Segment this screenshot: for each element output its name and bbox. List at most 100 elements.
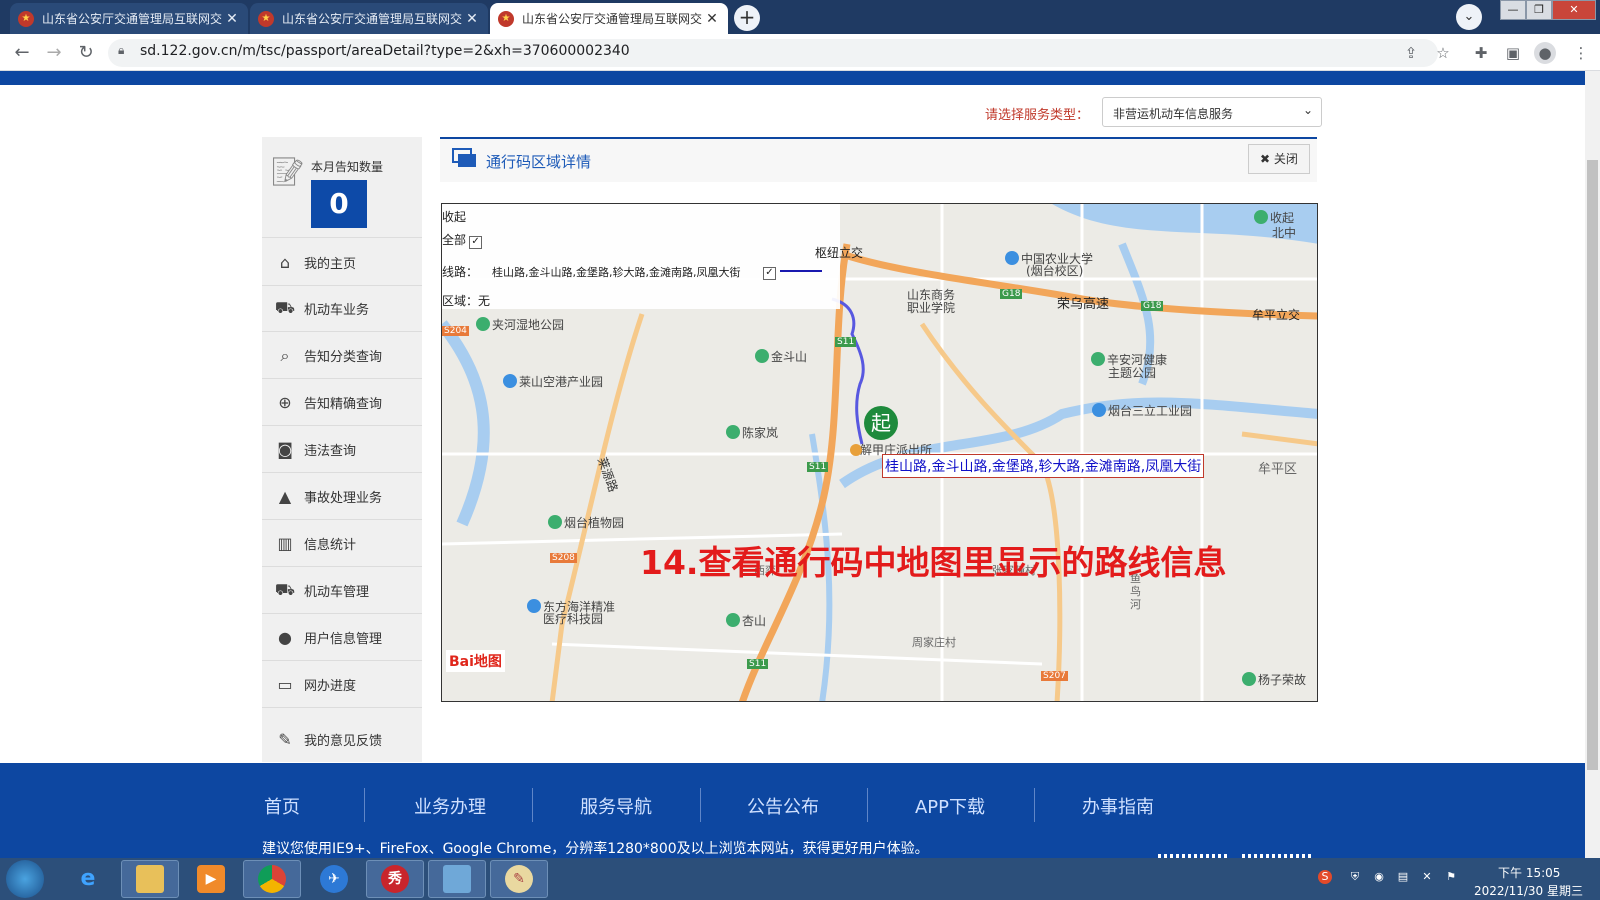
browser-tab-2[interactable]: ★ 山东省公安厅交通管理局互联网交 ✕ [250,3,488,34]
taskbar-clock-time[interactable]: 下午 15:05 [1498,864,1560,881]
bookmark-star-icon[interactable]: ☆ [1432,42,1454,64]
map-poi: 夹河湿地公园 [476,316,564,333]
baidu-map[interactable]: 收起 全部 ✓ 线路： 桂山路,金斗山路,金堡路,轸大路,金滩南路,凤凰大街 ✓ … [441,203,1318,702]
url-text[interactable]: sd.122.gov.cn/m/tsc/passport/areaDetail?… [140,43,630,59]
police-emblem-icon: ★ [258,10,274,27]
footer-link-service-nav[interactable]: 服务导航 [566,793,666,819]
tab-search-icon[interactable]: ⌄ [1456,4,1482,30]
route-start-marker[interactable]: 起 [864,406,898,440]
reload-icon[interactable]: ↻ [74,41,98,65]
forward-icon[interactable]: → [42,41,66,65]
map-label: 枢纽立交 [815,246,864,260]
collapse-link[interactable]: 收起 [442,208,466,225]
tray-app-icon[interactable]: ◉ [1372,870,1386,884]
police-station-pin-icon [850,444,862,456]
truck-icon: ⛟ [274,298,296,317]
close-tab-icon[interactable]: ✕ [464,11,480,27]
user-icon: ● [278,628,292,647]
highway-shield: G18 [1000,289,1023,299]
window-close-button[interactable]: ✕ [1552,0,1596,20]
sogou-input-icon[interactable]: S [1318,870,1332,884]
map-poi: 杨子荣故 [1242,671,1306,688]
footer-separator [867,788,868,822]
service-type-select[interactable]: 非营运机动车信息服务 ⌄ [1102,97,1322,127]
sidebar-item-vehicle-business[interactable]: ⛟ 机动车业务 [262,286,422,332]
map-label: 牟平立交 [1252,308,1301,322]
zoom-search-icon: ⊕ [278,393,292,412]
baidu-map-logo[interactable]: Bai地图 [446,650,505,672]
close-tab-icon[interactable]: ✕ [224,11,240,27]
footer-link-home[interactable]: 首页 [252,793,312,819]
sidebar-item-online-progress[interactable]: ▭ 网办进度 [262,662,422,708]
minimize-button[interactable]: — [1500,0,1526,20]
truck-icon: ⛟ [274,580,296,599]
industrial-pin-icon [503,374,517,388]
route-toggle[interactable]: ✓ [760,264,776,280]
service-type-label: 请选择服务类型： [985,108,1090,123]
footer-link-announcements[interactable]: 公告公布 [733,793,833,819]
map-poi: 陈家岚 [726,424,778,441]
police-emblem-icon: ★ [498,10,514,27]
footer-link-app-download[interactable]: APP下载 [900,793,1000,819]
browser-menu-icon[interactable]: ⋮ [1570,42,1592,64]
profile-avatar-icon[interactable]: ● [1534,42,1556,64]
footer-separator [1034,788,1035,822]
map-label: 周家庄村 [912,636,956,649]
media-player-icon[interactable]: ▶ [197,865,225,893]
taskbar-clock-date[interactable]: 2022/11/30 星期三 [1474,882,1583,899]
route-info-panel: 收起 全部 ✓ 线路： 桂山路,金斗山路,金堡路,轸大路,金滩南路,凤凰大街 ✓ … [442,204,840,309]
camera-icon: ◙ [277,440,293,459]
industrial-pin-icon [1092,403,1106,417]
sidebar-item-home[interactable]: ⌂ 我的主页 [262,240,422,286]
network-icon[interactable]: ▤ [1396,870,1410,884]
route-prefix-label: 线路： [442,265,479,279]
browser-tab-1[interactable]: ★ 山东省公安厅交通管理局互联网交 ✕ [10,3,248,34]
maximize-button[interactable]: ❐ [1526,0,1552,20]
share-icon[interactable]: ⇪ [1400,42,1422,64]
checkbox-route[interactable]: ✓ [763,267,776,280]
lock-icon[interactable]: 🔒︎ [118,43,124,58]
security-shield-icon[interactable]: ⛨ [1348,870,1362,884]
scrollbar-thumb[interactable] [1587,160,1598,770]
footer-separator [364,788,365,822]
feishu-icon[interactable]: ✈ [320,865,348,893]
route-label[interactable]: 桂山路,金斗山路,金堡路,轸大路,金滩南路,凤凰大街 [882,454,1205,478]
sidebar-item-notice-exact-query[interactable]: ⊕ 告知精确查询 [262,380,422,426]
home-icon: ⌂ [279,253,291,272]
back-icon[interactable]: ← [10,41,34,65]
footer-link-guide[interactable]: 办事指南 [1068,793,1168,819]
sidebar-item-vehicle-management[interactable]: ⛟ 机动车管理 [262,568,422,614]
map-district-label: 牟平区 [1258,462,1298,477]
sidebar-item-statistics[interactable]: ▥ 信息统计 [262,521,422,567]
extensions-icon[interactable]: ✚ [1470,42,1492,64]
all-toggle[interactable]: 全部 ✓ [442,231,483,249]
map-label: 主题公园 [1108,366,1157,380]
map-poi: 烟台三立工业园 [1092,402,1192,419]
screenshot-tool-icon [443,865,471,893]
sidebar-item-user-info[interactable]: ● 用户信息管理 [262,615,422,661]
document-edit-icon: 📝︎ [270,155,306,188]
footer-link-business[interactable]: 业务办理 [400,793,500,819]
side-panel-icon[interactable]: ▣ [1502,42,1524,64]
folder-icon [136,865,164,893]
tutorial-annotation: 14.查看通行码中地图里显示的路线信息 [640,543,1227,582]
checkbox-all[interactable]: ✓ [469,236,483,249]
new-tab-button[interactable]: + [734,5,760,31]
sidebar-item-violation-query[interactable]: ◙ 违法查询 [262,427,422,473]
start-button[interactable] [6,860,44,898]
browser-tab-3-active[interactable]: ★ 山东省公安厅交通管理局互联网交 ✕ [490,3,728,34]
volume-muted-icon[interactable]: ✕ [1420,870,1434,884]
highway-shield: S11 [747,659,769,669]
sidebar-item-accident-business[interactable]: ▲ 事故处理业务 [262,474,422,520]
close-button[interactable]: ✖ 关闭 [1248,144,1310,174]
close-tab-icon[interactable]: ✕ [704,11,720,27]
progress-icon: ▭ [277,675,293,694]
chrome-icon [258,865,286,893]
internet-explorer-icon[interactable]: e [74,865,102,893]
footer-separator [700,788,701,822]
chevron-down-icon: ⌄ [1302,103,1313,117]
notice-count-value[interactable]: 0 [311,180,367,228]
sidebar-item-notice-category-query[interactable]: ⌕ 告知分类查询 [262,333,422,379]
action-center-icon[interactable]: ⚑ [1444,870,1458,884]
sidebar-item-feedback[interactable]: ✎ 我的意见反馈 [262,716,422,762]
